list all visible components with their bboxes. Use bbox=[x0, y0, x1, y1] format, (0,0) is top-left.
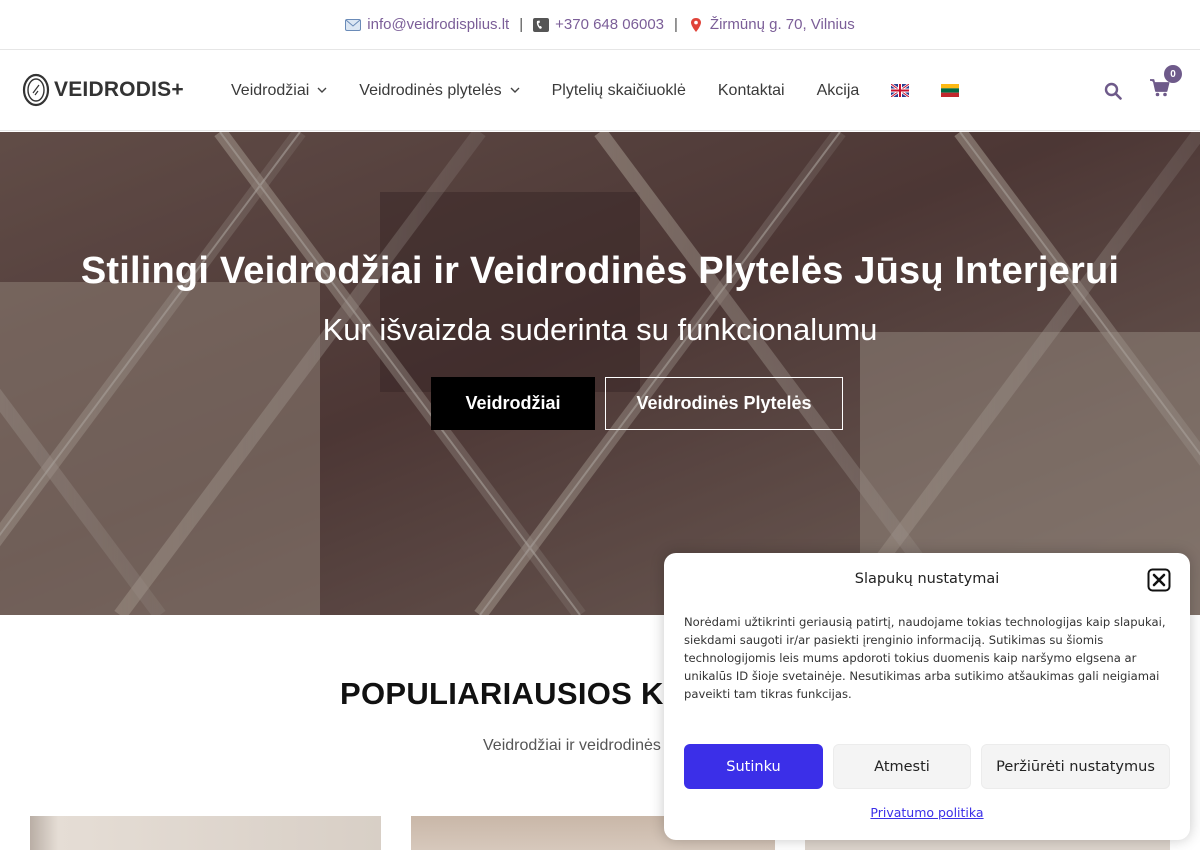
separator: | bbox=[674, 16, 678, 33]
location-pin-icon bbox=[690, 17, 701, 32]
contact-phone[interactable]: +370 648 06003 bbox=[555, 16, 664, 33]
lithuanian-flag-icon[interactable] bbox=[941, 84, 960, 97]
email-icon bbox=[345, 18, 362, 31]
search-icon[interactable] bbox=[1104, 82, 1122, 100]
contact-address: Žirmūnų g. 70, Vilnius bbox=[709, 16, 855, 33]
separator: | bbox=[519, 16, 524, 33]
contact-email[interactable]: info@veidrodisplius.lt bbox=[367, 16, 509, 33]
nav-item-label: Kontaktai bbox=[717, 81, 785, 99]
nav-item-veidrodines-plyteles[interactable]: Veidrodinės plytelės bbox=[359, 81, 520, 100]
nav-item-akcija[interactable]: Akcija bbox=[817, 82, 860, 100]
mirror-logo-icon bbox=[22, 73, 50, 107]
logo-text: VEIDRODIS+ bbox=[54, 78, 184, 101]
hero-mirrors-button[interactable]: Veidrodžiai bbox=[431, 377, 595, 430]
nav-item-veidrodziai[interactable]: Veidrodžiai bbox=[231, 82, 327, 100]
site-logo[interactable]: VEIDRODIS+ bbox=[22, 73, 184, 107]
english-flag-icon[interactable] bbox=[891, 84, 910, 97]
nav-item-label: Veidrodinės plytelės bbox=[359, 81, 502, 99]
nav-item-plyteliu-skaiciuokle[interactable]: Plytelių skaičiuoklė bbox=[552, 82, 686, 100]
accept-cookies-button[interactable]: Sutinku bbox=[684, 744, 823, 789]
hero-banner: Stilingi Veidrodžiai ir Veidrodinės Plyt… bbox=[0, 132, 1200, 615]
cookie-dialog-text: Norėdami užtikrinti geriausią patirtį, n… bbox=[684, 615, 1166, 701]
cookie-dialog-title: Slapukų nustatymai bbox=[854, 571, 1000, 587]
section-subtitle: Veidrodžiai ir veidrodinės bbox=[483, 737, 661, 754]
cart-button[interactable]: 0 bbox=[1150, 65, 1182, 102]
cookie-consent-dialog: Slapukų nustatymai Norėdami užtikrinti g… bbox=[664, 553, 1190, 840]
cart-count-badge: 0 bbox=[1164, 65, 1182, 83]
chevron-down-icon bbox=[317, 87, 327, 93]
shopping-cart-icon bbox=[1150, 79, 1170, 97]
chevron-down-icon bbox=[510, 87, 520, 93]
view-preferences-button[interactable]: Peržiūrėti nustatymus bbox=[981, 744, 1170, 789]
nav-item-label: Veidrodžiai bbox=[231, 81, 310, 99]
hero-mirror-tiles-button[interactable]: Veidrodinės Plytelės bbox=[605, 377, 843, 430]
phone-icon bbox=[533, 17, 550, 32]
privacy-policy-link[interactable]: Privatumo politika bbox=[664, 805, 1190, 820]
header-actions: 0 bbox=[1104, 50, 1182, 131]
nav-item-kontaktai[interactable]: Kontaktai bbox=[718, 82, 785, 100]
hero-overlay bbox=[0, 132, 1200, 615]
section-title: POPULIARIAUSIOS K bbox=[340, 676, 664, 711]
main-nav: Veidrodžiai Veidrodinės plytelės Plyteli… bbox=[231, 50, 991, 131]
close-icon[interactable] bbox=[1147, 568, 1171, 592]
category-card-image[interactable] bbox=[30, 816, 381, 850]
hero-subtitle: Kur išvaizda suderinta su funkcionalumu bbox=[322, 312, 878, 347]
site-header: VEIDRODIS+ Veidrodžiai Veidrodinės plyte… bbox=[0, 50, 1200, 131]
top-contact-bar: info@veidrodisplius.lt | +370 648 06003 … bbox=[0, 0, 1200, 50]
reject-cookies-button[interactable]: Atmesti bbox=[833, 744, 971, 789]
nav-item-label: Plytelių skaičiuoklė bbox=[551, 81, 686, 99]
hero-title: Stilingi Veidrodžiai ir Veidrodinės Plyt… bbox=[80, 250, 1120, 292]
nav-item-label: Akcija bbox=[816, 81, 860, 99]
